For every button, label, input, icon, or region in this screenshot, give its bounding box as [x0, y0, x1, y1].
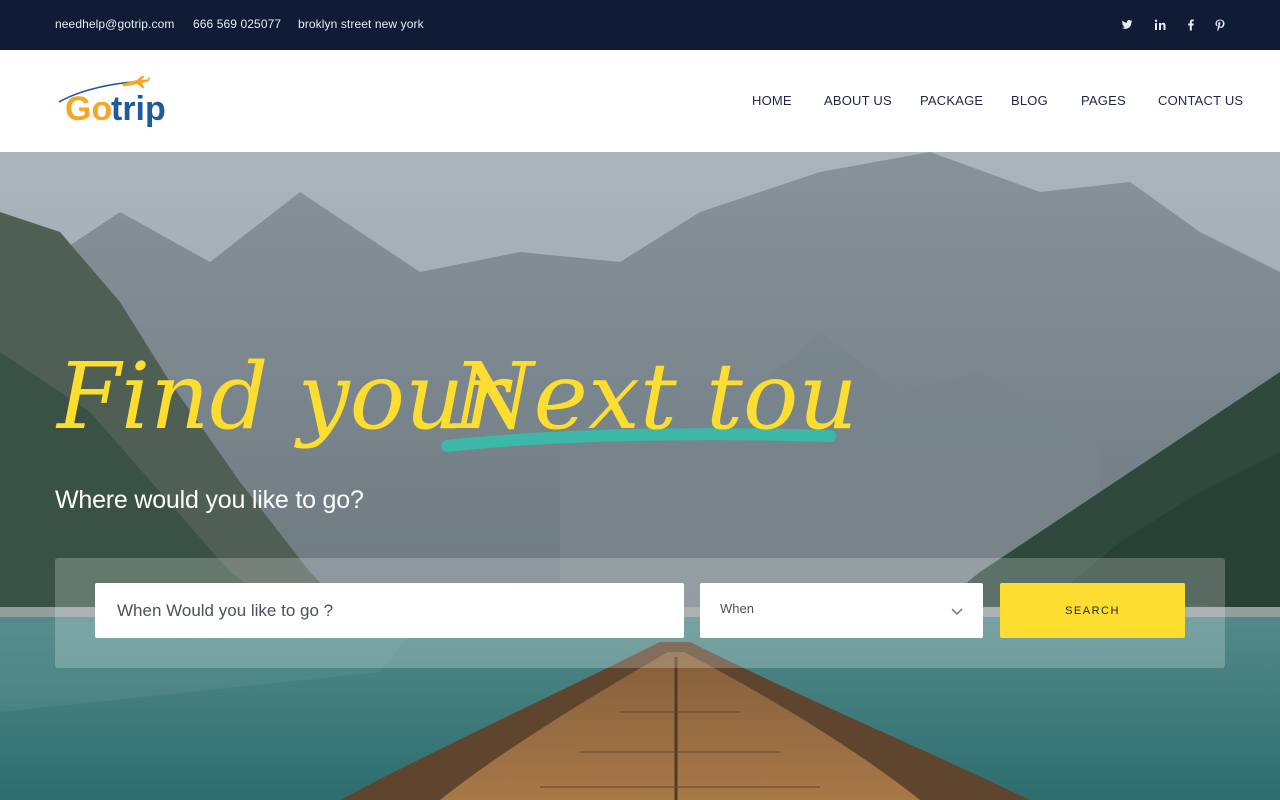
top-bar: needhelp@gotrip.com 666 569 025077 brokl… [0, 0, 1280, 50]
search-panel: When SEARCH [55, 558, 1225, 668]
contact-address: broklyn street new york [298, 17, 424, 31]
contact-email[interactable]: needhelp@gotrip.com [55, 17, 175, 31]
nav-about-us[interactable]: ABOUT US [824, 93, 892, 108]
when-dropdown[interactable]: When [700, 583, 983, 638]
nav-home[interactable]: HOME [752, 93, 792, 108]
logo-go: Go [65, 90, 112, 128]
nav-blog[interactable]: BLOG [1011, 93, 1048, 108]
linkedin-icon[interactable] [1150, 15, 1170, 35]
destination-search-input[interactable] [95, 583, 684, 638]
hero-section: Find your Next tour! Where would you lik… [0, 152, 1280, 800]
hero-subtitle: Where would you like to go? [55, 486, 364, 514]
logo-trip: trip [111, 90, 166, 128]
nav-contact-us[interactable]: CONTACT US [1158, 93, 1243, 108]
search-button[interactable]: SEARCH [1000, 583, 1185, 638]
site-header: Go trip HOME ABOUT US PACKAGE BLOG PAGES… [0, 50, 1280, 152]
chevron-down-icon [951, 608, 963, 616]
gotrip-logo[interactable]: Go trip [55, 76, 175, 128]
hero-title-next-tour: Next tour! [451, 343, 855, 450]
facebook-icon[interactable] [1181, 15, 1201, 35]
hero-title-find-your: Find your [55, 343, 513, 450]
pinterest-icon[interactable] [1210, 15, 1230, 35]
nav-pages[interactable]: PAGES [1081, 93, 1126, 108]
when-dropdown-value: When [720, 601, 754, 616]
contact-phone[interactable]: 666 569 025077 [193, 17, 281, 31]
hero-title: Find your Next tour! [55, 338, 855, 478]
nav-package[interactable]: PACKAGE [920, 93, 983, 108]
twitter-icon[interactable] [1117, 15, 1137, 35]
